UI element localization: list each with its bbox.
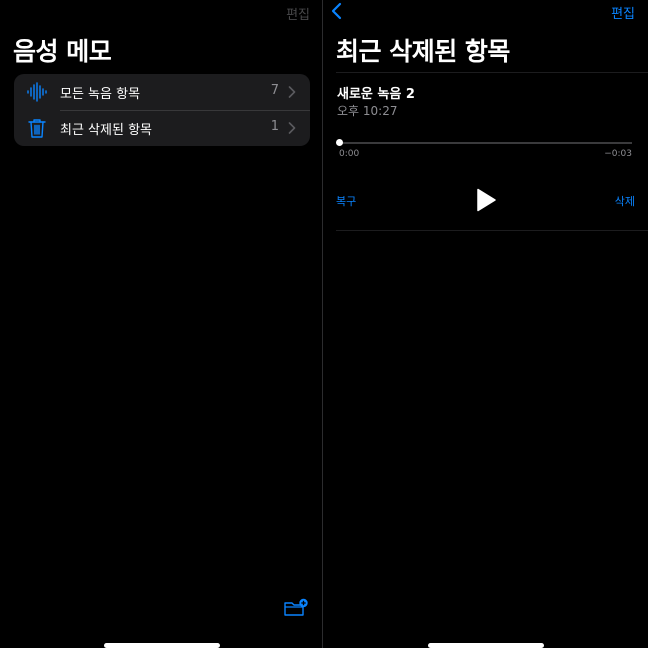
folder-plus-icon[interactable] [283,598,309,618]
delete-button[interactable]: 삭제 [615,193,635,209]
chevron-left-icon[interactable] [330,2,344,20]
edit-button[interactable]: 편집 [286,4,310,23]
home-indicator[interactable] [428,643,544,648]
recording-time: 오후 10:27 [337,104,398,118]
page-title: 최근 삭제된 항목 [336,37,510,66]
trash-icon [28,119,46,138]
waveform-icon [27,82,47,102]
scrubber-thumb[interactable] [336,139,343,146]
recover-button[interactable]: 복구 [336,193,356,209]
edit-button[interactable]: 편집 [611,3,635,22]
page-title: 음성 메모 [13,37,112,66]
folder-count: 7 [270,83,279,98]
remaining-time: −0:03 [604,149,632,159]
header-divider [336,72,648,73]
folder-label: 모든 녹음 항목 [60,87,141,102]
folder-count: 1 [270,119,279,134]
folder-row-recently-deleted[interactable]: 최근 삭제된 항목 1 [14,110,310,146]
recording-name[interactable]: 새로운 녹음 2 [337,83,415,102]
folder-label: 최근 삭제된 항목 [60,123,152,138]
chevron-right-icon [288,122,296,134]
voice-memos-pane: 편집 음성 메모 모든 녹음 항목 7 최근 삭제된 항목 1 [0,0,322,648]
home-indicator[interactable] [104,643,220,648]
playback-scrubber[interactable] [338,142,632,144]
recently-deleted-pane: 편집 최근 삭제된 항목 새로운 녹음 2 오후 10:27 0:00 −0:0… [323,0,648,648]
folder-list: 모든 녹음 항목 7 최근 삭제된 항목 1 [14,74,310,146]
row-divider [336,230,648,231]
play-icon[interactable] [476,188,496,212]
chevron-right-icon [288,86,296,98]
elapsed-time: 0:00 [339,149,360,159]
folder-row-all-recordings[interactable]: 모든 녹음 항목 7 [14,74,310,111]
